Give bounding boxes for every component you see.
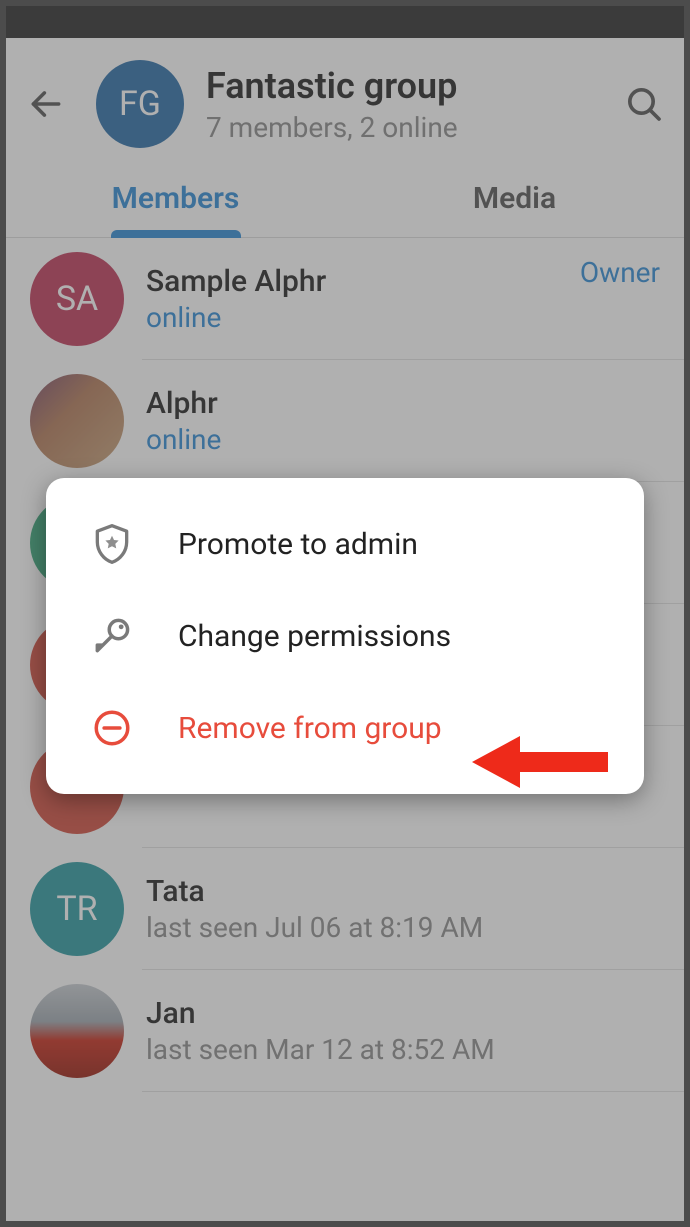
member-status: online xyxy=(146,301,580,334)
remove-from-group-item[interactable]: Remove from group xyxy=(46,682,644,774)
member-status: online xyxy=(146,423,660,456)
tabs: Members Media xyxy=(6,160,684,238)
permissions-label: Change permissions xyxy=(178,619,451,654)
promote-label: Promote to admin xyxy=(178,527,418,562)
tab-members-label: Members xyxy=(112,181,240,216)
avatar: SA xyxy=(30,252,124,346)
minus-circle-icon xyxy=(80,696,144,760)
shield-star-icon xyxy=(80,512,144,576)
member-name: Tata xyxy=(146,874,660,909)
remove-label: Remove from group xyxy=(178,711,442,746)
header: FG Fantastic group 7 members, 2 online xyxy=(6,48,684,160)
avatar: TR xyxy=(30,862,124,956)
member-row[interactable]: Janlast seen Mar 12 at 8:52 AM xyxy=(6,970,684,1092)
member-info: Sample Alphronline xyxy=(146,264,580,334)
member-name: Alphr xyxy=(146,386,660,421)
member-name: Jan xyxy=(146,996,660,1031)
tab-media[interactable]: Media xyxy=(345,160,684,237)
promote-to-admin-item[interactable]: Promote to admin xyxy=(46,498,644,590)
search-icon[interactable] xyxy=(622,82,666,126)
member-name: Sample Alphr xyxy=(146,264,580,299)
tab-media-label: Media xyxy=(473,181,556,216)
tab-members[interactable]: Members xyxy=(6,160,345,237)
avatar xyxy=(30,984,124,1078)
group-avatar[interactable]: FG xyxy=(96,60,184,148)
member-row[interactable]: TR Tatalast seen Jul 06 at 8:19 AM xyxy=(6,848,684,970)
member-role: Owner xyxy=(580,256,660,289)
group-title: Fantastic group xyxy=(206,65,622,107)
back-icon[interactable] xyxy=(24,82,68,126)
group-avatar-initials: FG xyxy=(119,84,161,124)
group-subtitle: 7 members, 2 online xyxy=(206,111,622,144)
key-icon xyxy=(80,604,144,668)
member-info: Tatalast seen Jul 06 at 8:19 AM xyxy=(146,874,660,944)
member-status: last seen Jul 06 at 8:19 AM xyxy=(146,911,660,944)
context-menu: Promote to admin Change permissions Remo… xyxy=(46,478,644,794)
member-status: last seen Mar 12 at 8:52 AM xyxy=(146,1033,660,1066)
member-info: Janlast seen Mar 12 at 8:52 AM xyxy=(146,996,660,1066)
member-row[interactable]: Alphronline xyxy=(6,360,684,482)
change-permissions-item[interactable]: Change permissions xyxy=(46,590,644,682)
group-title-block[interactable]: Fantastic group 7 members, 2 online xyxy=(206,65,622,144)
member-row[interactable]: SA Sample AlphronlineOwner xyxy=(6,238,684,360)
status-bar xyxy=(6,6,684,38)
avatar xyxy=(30,374,124,468)
member-info: Alphronline xyxy=(146,386,660,456)
